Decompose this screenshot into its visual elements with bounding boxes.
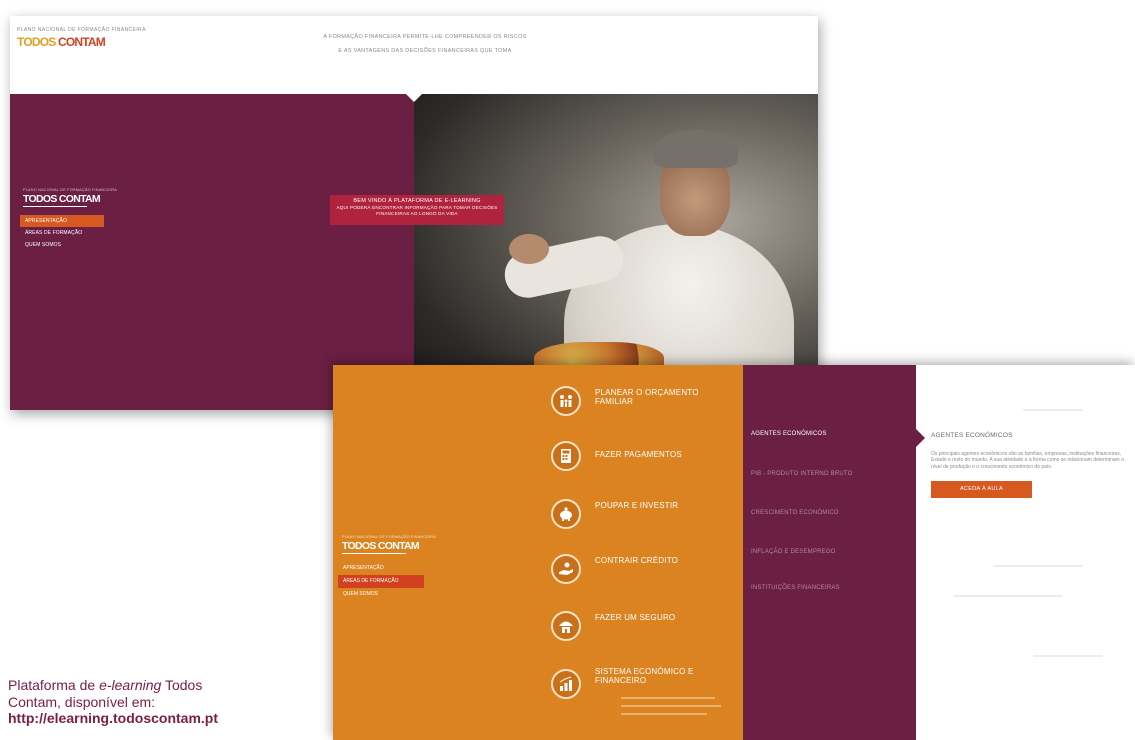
sidebar-logo-divider <box>342 553 406 555</box>
chart-icon <box>551 669 581 699</box>
category-fazer-seguro[interactable]: FAZER UM SEGURO <box>551 611 731 651</box>
faded-text <box>993 565 1083 567</box>
header: PLANO NACIONAL DE FORMAÇÃO FINANCEIRA TO… <box>10 16 818 94</box>
sidebar-logo-brand: TODOS CONTAM <box>23 193 101 206</box>
sidebar-logo-divider <box>23 206 87 208</box>
slogan-line2: E AS VANTAGENS DAS DECISÕES FINANCEIRAS … <box>338 48 512 54</box>
category-label: PLANEAR O ORÇAMENTO FAMILIAR <box>595 388 699 406</box>
caption-url[interactable]: http://elearning.todoscontam.pt <box>8 710 328 727</box>
chef-hand <box>509 234 549 264</box>
active-topic-arrow <box>916 429 925 447</box>
calculator-icon <box>551 441 581 471</box>
menu-item-apresentacao[interactable]: APRESENTAÇÃO <box>20 215 104 227</box>
topic-pib[interactable]: PIB - PRODUTO INTERNO BRUTO <box>751 471 911 477</box>
menu-item-apresentacao[interactable]: APRESENTAÇÃO <box>338 562 424 575</box>
menu-item-areas-de-formacao[interactable]: ÁREAS DE FORMAÇÃO <box>338 575 424 588</box>
main-menu: APRESENTAÇÃO ÁREAS DE FORMAÇÃO QUEM SOMO… <box>338 562 424 601</box>
chef-hat <box>654 130 738 168</box>
caption-line2: Contam, disponível em: <box>8 693 156 710</box>
hero-photo <box>414 94 818 410</box>
category-planear-orcamento[interactable]: PLANEAR O ORÇAMENTO FAMILIAR <box>551 386 731 426</box>
category-label: CONTRAIR CRÉDITO <box>595 556 679 565</box>
detail-title: AGENTES ECONÓMICOS <box>931 432 1013 439</box>
welcome-banner: BEM VINDO À PLATAFORMA DE E-LEARNING AQU… <box>330 195 504 225</box>
sidebar-logo-tagline: PLANO NACIONAL DE FORMAÇÃO FINANCEIRA <box>23 188 117 192</box>
faded-text <box>1033 655 1103 657</box>
topic-instituicoes-financeiras[interactable]: INSTITUIÇÕES FINANCEIRAS <box>751 585 911 591</box>
caption-line1: Plataforma de e-learning Todos <box>8 677 203 693</box>
sidebar-logo[interactable]: PLANO NACIONAL DE FORMAÇÃO FINANCEIRA TO… <box>23 188 117 208</box>
topic-agentes-economicos[interactable]: AGENTES ECONÓMICOS <box>751 431 911 437</box>
sidebar-panel <box>10 94 414 410</box>
faded-text <box>1023 409 1083 411</box>
category-label: POUPAR E INVESTIR <box>595 501 679 510</box>
insurance-umbrella-icon <box>551 611 581 641</box>
logo-tagline: PLANO NACIONAL DE FORMAÇÃO FINANCEIRA <box>17 27 146 33</box>
menu-item-quem-somos[interactable]: QUEM SOMOS <box>338 588 424 601</box>
site-logo[interactable]: PLANO NACIONAL DE FORMAÇÃO FINANCEIRA TO… <box>17 27 146 49</box>
credit-hand-icon <box>551 554 581 584</box>
detail-panel <box>916 365 1135 740</box>
family-icon <box>551 386 581 416</box>
sidebar-logo-brand: TODOS CONTAM <box>342 540 420 553</box>
sidebar-logo[interactable]: PLANO NACIONAL DE FORMAÇÃO FINANCEIRA TO… <box>342 535 436 555</box>
topic-crescimento-economico[interactable]: CRESCIMENTO ECONÓMICO <box>751 510 911 516</box>
menu-item-areas-de-formacao[interactable]: ÁREAS DE FORMAÇÃO <box>20 227 104 239</box>
category-label: FAZER UM SEGURO <box>595 613 676 622</box>
sidebar-logo-tagline: PLANO NACIONAL DE FORMAÇÃO FINANCEIRA <box>342 535 436 539</box>
faded-text <box>953 595 1063 597</box>
slogan-line1: A FORMAÇÃO FINANCEIRA PERMITE-LHE COMPRE… <box>323 34 527 40</box>
main-menu: APRESENTAÇÃO ÁREAS DE FORMAÇÃO QUEM SOMO… <box>20 215 104 251</box>
logo-brand: TODOS CONTAM <box>17 35 106 49</box>
menu-item-quem-somos[interactable]: QUEM SOMOS <box>20 239 104 251</box>
category-label: FAZER PAGAMENTOS <box>595 450 682 459</box>
detail-description: Os principais agentes económicos são as … <box>931 451 1124 470</box>
screenshot-training-areas: PLANO NACIONAL DE FORMAÇÃO FINANCEIRA TO… <box>333 365 1135 740</box>
figure-caption: Plataforma de e-learning Todos Contam, d… <box>8 677 328 727</box>
header-notch <box>406 94 422 102</box>
piggy-bank-icon <box>551 499 581 529</box>
screenshot-homepage: PLANO NACIONAL DE FORMAÇÃO FINANCEIRA TO… <box>10 16 818 410</box>
category-sublist <box>621 697 721 721</box>
topic-detail: AGENTES ECONÓMICOS Os principais agentes… <box>931 432 1129 498</box>
category-fazer-pagamentos[interactable]: FAZER PAGAMENTOS <box>551 441 731 481</box>
header-slogan: A FORMAÇÃO FINANCEIRA PERMITE-LHE COMPRE… <box>310 30 540 58</box>
welcome-title: BEM VINDO À PLATAFORMA DE E-LEARNING <box>353 198 481 204</box>
category-label: SISTEMA ECONÓMICO E FINANCEIRO <box>595 667 694 685</box>
category-poupar-investir[interactable]: POUPAR E INVESTIR <box>551 499 731 539</box>
welcome-subtitle: AQUI PODERÁ ENCONTRAR INFORMAÇÃO PARA TO… <box>336 205 498 216</box>
topic-inflacao-desemprego[interactable]: INFLAÇÃO E DESEMPREGO <box>751 549 911 555</box>
access-lesson-button[interactable]: ACEDA À AULA <box>931 481 1032 498</box>
category-contrair-credito[interactable]: CONTRAIR CRÉDITO <box>551 554 731 594</box>
